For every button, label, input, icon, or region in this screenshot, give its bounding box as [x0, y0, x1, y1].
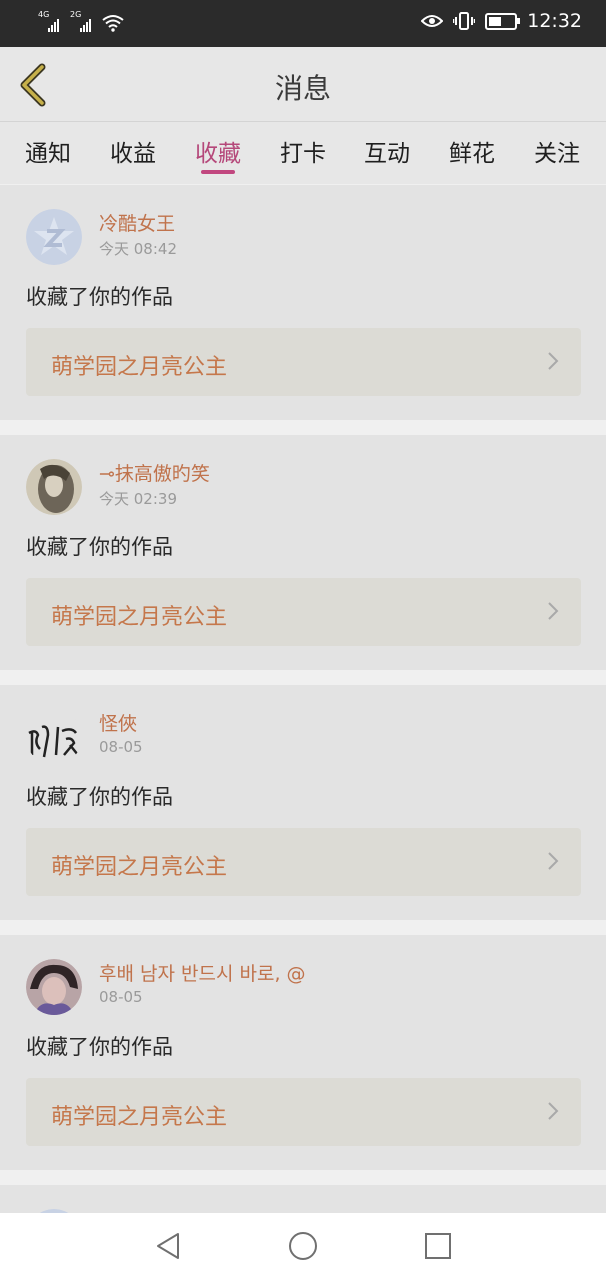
- home-circle-icon[interactable]: [286, 1229, 320, 1263]
- list-item: [0, 1185, 606, 1213]
- system-nav-bar: [0, 1213, 606, 1280]
- work-title: 萌学园之月亮公主: [51, 605, 228, 630]
- work-title: 萌学园之月亮公主: [51, 855, 228, 880]
- work-link[interactable]: 萌学园之月亮公主: [26, 578, 581, 646]
- eye-icon: [421, 15, 444, 27]
- page-title: 消息: [274, 72, 331, 105]
- recents-square-icon[interactable]: [421, 1229, 455, 1263]
- clock: 12:32: [527, 10, 582, 32]
- signal-2g-icon: 2G: [70, 10, 98, 32]
- signal-4g-icon: 4G: [38, 10, 66, 32]
- chevron-right-icon: [548, 352, 559, 370]
- tab-bar: 通知 收益 收藏 打卡 互动 鲜花 关注: [0, 121, 606, 184]
- tab-flowers[interactable]: 鲜花: [437, 134, 507, 168]
- signal-2g-label: 2G: [70, 10, 82, 19]
- tab-favorites[interactable]: 收藏: [183, 134, 253, 168]
- action-text: 收藏了你的作品: [26, 285, 173, 309]
- action-text: 收藏了你的作品: [26, 1035, 173, 1059]
- work-link[interactable]: 萌学园之月亮公主: [26, 328, 581, 396]
- work-title: 萌学园之月亮公主: [51, 355, 228, 380]
- header-bar: 消息: [0, 47, 606, 121]
- list-item: 怪俠 08-05 收藏了你的作品 萌学园之月亮公主: [0, 685, 606, 920]
- username[interactable]: 冷酷女王: [99, 209, 175, 236]
- tab-earnings[interactable]: 收益: [98, 134, 168, 168]
- active-tab-indicator: [201, 170, 235, 174]
- tab-notifications[interactable]: 通知: [13, 134, 83, 168]
- work-link[interactable]: 萌学园之月亮公主: [26, 828, 581, 896]
- work-link[interactable]: 萌学园之月亮公主: [26, 1078, 581, 1146]
- tab-interaction[interactable]: 互动: [352, 134, 422, 168]
- vibrate-icon: [453, 12, 476, 30]
- signal-4g-label: 4G: [38, 10, 50, 19]
- signal-indicators: 4G 2G: [38, 10, 124, 32]
- work-title: 萌学园之月亮公主: [51, 1105, 228, 1130]
- username[interactable]: 후배 남자 반드시 바로, @: [99, 959, 306, 986]
- chevron-right-icon: [548, 852, 559, 870]
- avatar[interactable]: [26, 459, 82, 515]
- username[interactable]: ⊸抹高傲旳笑: [99, 459, 210, 486]
- list-item: ⊸抹高傲旳笑 今天 02:39 收藏了你的作品 萌学园之月亮公主: [0, 435, 606, 670]
- status-bar: 4G 2G 12:32: [0, 0, 606, 47]
- list-item: 冷酷女王 今天 08:42 收藏了你的作品 萌学园之月亮公主: [0, 185, 606, 420]
- avatar[interactable]: [26, 959, 82, 1015]
- chevron-right-icon: [548, 602, 559, 620]
- timestamp: 08-05: [99, 988, 143, 1006]
- tab-follow[interactable]: 关注: [522, 134, 592, 168]
- avatar[interactable]: [26, 209, 82, 265]
- action-text: 收藏了你的作品: [26, 535, 173, 559]
- action-text: 收藏了你的作品: [26, 785, 173, 809]
- timestamp: 08-05: [99, 738, 143, 756]
- tab-checkin[interactable]: 打卡: [268, 134, 338, 168]
- avatar[interactable]: [26, 709, 82, 765]
- wifi-icon: [102, 15, 124, 32]
- timestamp: 今天 02:39: [99, 490, 177, 508]
- back-triangle-icon[interactable]: [152, 1229, 186, 1263]
- chevron-right-icon: [548, 1102, 559, 1120]
- status-right: 12:32: [421, 10, 582, 32]
- battery-icon: [485, 12, 521, 30]
- username[interactable]: 怪俠: [99, 709, 137, 736]
- timestamp: 今天 08:42: [99, 240, 177, 258]
- list-item: 후배 남자 반드시 바로, @ 08-05 收藏了你的作品 萌学园之月亮公主: [0, 935, 606, 1170]
